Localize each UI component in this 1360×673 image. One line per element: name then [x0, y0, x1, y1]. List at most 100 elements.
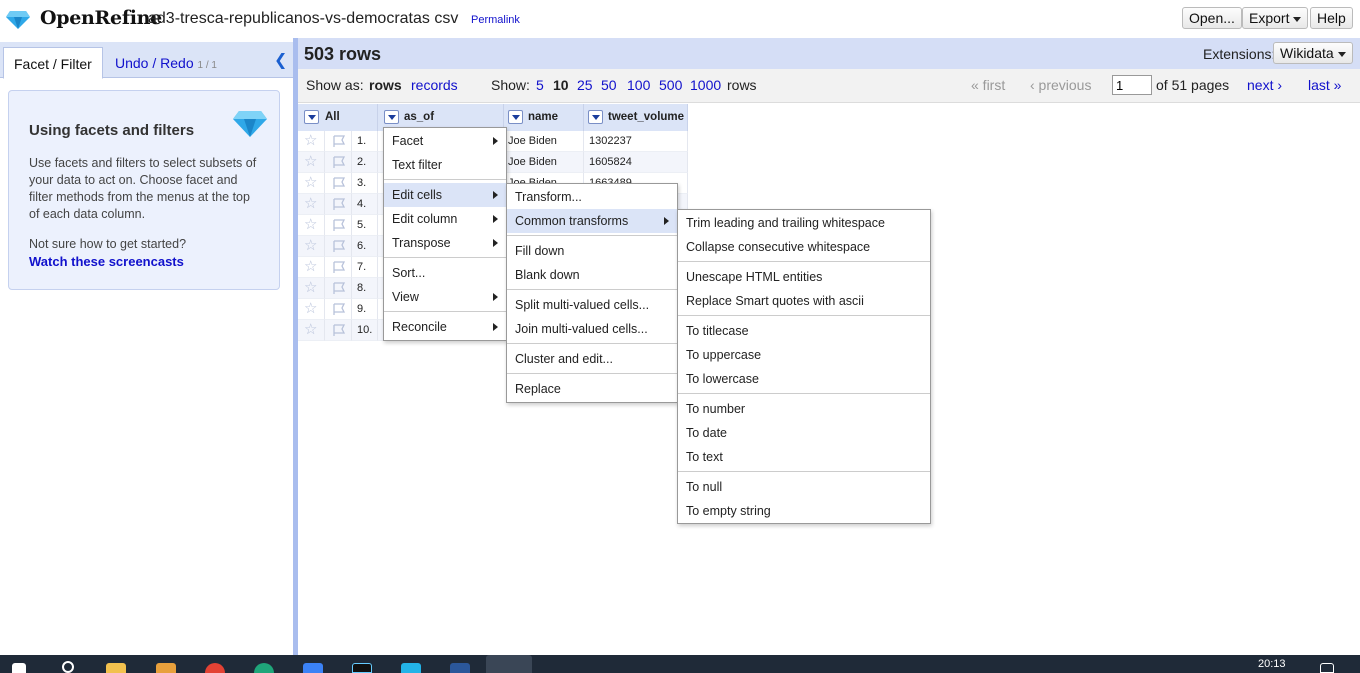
star-cell[interactable]: ☆ — [298, 278, 325, 299]
flag-cell[interactable] — [325, 152, 352, 173]
page-size-25[interactable]: 25 — [577, 77, 593, 93]
calendar-icon[interactable] — [303, 663, 323, 673]
tweet-volume-cell[interactable]: 1605824 — [584, 152, 688, 173]
transforms-menu-item-to-date[interactable]: To date — [678, 421, 930, 445]
edit-cells-menu-item-cluster-and-edit[interactable]: Cluster and edit... — [507, 347, 677, 371]
page-size-50[interactable]: 50 — [601, 77, 617, 93]
column-menu-item-edit-column[interactable]: Edit column — [384, 207, 506, 231]
star-icon[interactable]: ☆ — [304, 256, 317, 277]
flag-icon[interactable] — [332, 156, 346, 169]
tweet-volume-cell[interactable]: 1302237 — [584, 131, 688, 152]
transforms-menu-item-unescape-html-entities[interactable]: Unescape HTML entities — [678, 265, 930, 289]
star-icon[interactable]: ☆ — [304, 214, 317, 235]
edit-cells-menu-item-fill-down[interactable]: Fill down — [507, 239, 677, 263]
column-menu-item-view[interactable]: View — [384, 285, 506, 309]
transforms-menu-item-to-empty-string[interactable]: To empty string — [678, 499, 930, 523]
flag-cell[interactable] — [325, 278, 352, 299]
active-app-icon[interactable] — [486, 655, 532, 673]
tab-facet-filter[interactable]: Facet / Filter — [3, 47, 103, 79]
flag-icon[interactable] — [332, 324, 346, 337]
page-size-500[interactable]: 500 — [659, 77, 682, 93]
edit-cells-menu-item-join-multi-valued-cells[interactable]: Join multi-valued cells... — [507, 317, 677, 341]
transforms-menu-item-to-text[interactable]: To text — [678, 445, 930, 469]
flag-icon[interactable] — [332, 198, 346, 211]
flag-icon[interactable] — [332, 261, 346, 274]
transforms-menu-item-replace-smart-quotes-with-ascii[interactable]: Replace Smart quotes with ascii — [678, 289, 930, 313]
edit-cells-menu-item-split-multi-valued-cells[interactable]: Split multi-valued cells... — [507, 293, 677, 317]
edge-icon[interactable] — [254, 663, 274, 673]
project-name[interactable]: ad3-tresca-republicanos-vs-democratas cs… — [148, 10, 458, 28]
star-icon[interactable]: ☆ — [304, 298, 317, 319]
star-cell[interactable]: ☆ — [298, 236, 325, 257]
transforms-menu-item-to-number[interactable]: To number — [678, 397, 930, 421]
star-cell[interactable]: ☆ — [298, 320, 325, 341]
windows-start-icon[interactable] — [12, 663, 26, 673]
name-cell[interactable]: Joe Biden — [504, 131, 584, 152]
last-page-link[interactable]: last » — [1308, 77, 1341, 93]
star-icon[interactable]: ☆ — [304, 319, 317, 340]
edit-cells-menu-item-blank-down[interactable]: Blank down — [507, 263, 677, 287]
name-cell[interactable]: Joe Biden — [504, 152, 584, 173]
edit-cells-menu-item-common-transforms[interactable]: Common transforms — [507, 209, 677, 233]
transforms-menu-item-to-lowercase[interactable]: To lowercase — [678, 367, 930, 391]
flag-icon[interactable] — [332, 135, 346, 148]
page-number-input[interactable] — [1112, 75, 1152, 95]
star-icon[interactable]: ☆ — [304, 193, 317, 214]
open-button[interactable]: Open... — [1182, 7, 1242, 29]
page-size-100[interactable]: 100 — [627, 77, 650, 93]
flag-cell[interactable] — [325, 131, 352, 152]
transforms-menu-item-to-titlecase[interactable]: To titlecase — [678, 319, 930, 343]
star-cell[interactable]: ☆ — [298, 131, 325, 152]
star-icon[interactable]: ☆ — [304, 172, 317, 193]
transforms-menu-item-to-uppercase[interactable]: To uppercase — [678, 343, 930, 367]
permalink-link[interactable]: Permalink — [471, 14, 520, 26]
flag-cell[interactable] — [325, 215, 352, 236]
column-header-all[interactable]: All — [298, 104, 378, 131]
file-explorer-icon[interactable] — [106, 663, 126, 673]
column-menu-item-edit-cells[interactable]: Edit cells — [384, 183, 506, 207]
search-icon[interactable] — [62, 661, 74, 673]
page-size-10[interactable]: 10 — [553, 77, 569, 93]
flag-icon[interactable] — [332, 177, 346, 190]
screencasts-link[interactable]: Watch these screencasts — [29, 254, 184, 269]
transforms-menu-item-trim-leading-and-trailing-whitespace[interactable]: Trim leading and trailing whitespace — [678, 211, 930, 235]
flag-icon[interactable] — [332, 282, 346, 295]
column-menu-item-facet[interactable]: Facet — [384, 129, 506, 153]
word-icon[interactable] — [450, 663, 470, 673]
openrefine-logo-icon[interactable] — [5, 10, 31, 30]
column-menu-item-reconcile[interactable]: Reconcile — [384, 315, 506, 339]
tab-undo-redo[interactable]: Undo / Redo 1 / 1 — [105, 47, 227, 79]
app-icon[interactable] — [352, 663, 372, 673]
star-icon[interactable]: ☆ — [304, 277, 317, 298]
column-menu-item-text-filter[interactable]: Text filter — [384, 153, 506, 177]
star-icon[interactable]: ☆ — [304, 235, 317, 256]
transforms-menu-item-to-null[interactable]: To null — [678, 475, 930, 499]
previous-page-link[interactable]: ‹ previous — [1030, 77, 1091, 93]
app-logo-text[interactable]: OpenRefine — [40, 7, 162, 29]
rows-mode-toggle[interactable]: rows — [369, 77, 402, 93]
collapse-panel-icon[interactable]: ❮ — [274, 50, 287, 70]
star-icon[interactable]: ☆ — [304, 130, 317, 151]
wikidata-button[interactable]: Wikidata — [1273, 42, 1353, 64]
star-cell[interactable]: ☆ — [298, 257, 325, 278]
records-mode-link[interactable]: records — [411, 77, 458, 93]
column-menu-item-sort[interactable]: Sort... — [384, 261, 506, 285]
column-dropdown-icon[interactable] — [588, 110, 603, 124]
diamond-icon[interactable] — [401, 663, 421, 673]
edit-cells-menu-item-replace[interactable]: Replace — [507, 377, 677, 401]
column-header-name[interactable]: name — [504, 104, 584, 131]
page-size-1000[interactable]: 1000 — [690, 77, 721, 93]
column-header-tweet-volume[interactable]: tweet_volume — [584, 104, 688, 131]
star-icon[interactable]: ☆ — [304, 151, 317, 172]
export-button[interactable]: Export — [1242, 7, 1309, 29]
edit-cells-menu-item-transform[interactable]: Transform... — [507, 185, 677, 209]
chrome-icon[interactable] — [205, 663, 225, 673]
flag-cell[interactable] — [325, 299, 352, 320]
notifications-icon[interactable] — [1320, 663, 1334, 673]
app-icon[interactable] — [156, 663, 176, 673]
first-page-link[interactable]: « first — [971, 77, 1005, 93]
flag-cell[interactable] — [325, 236, 352, 257]
flag-icon[interactable] — [332, 240, 346, 253]
star-cell[interactable]: ☆ — [298, 299, 325, 320]
flag-icon[interactable] — [332, 303, 346, 316]
